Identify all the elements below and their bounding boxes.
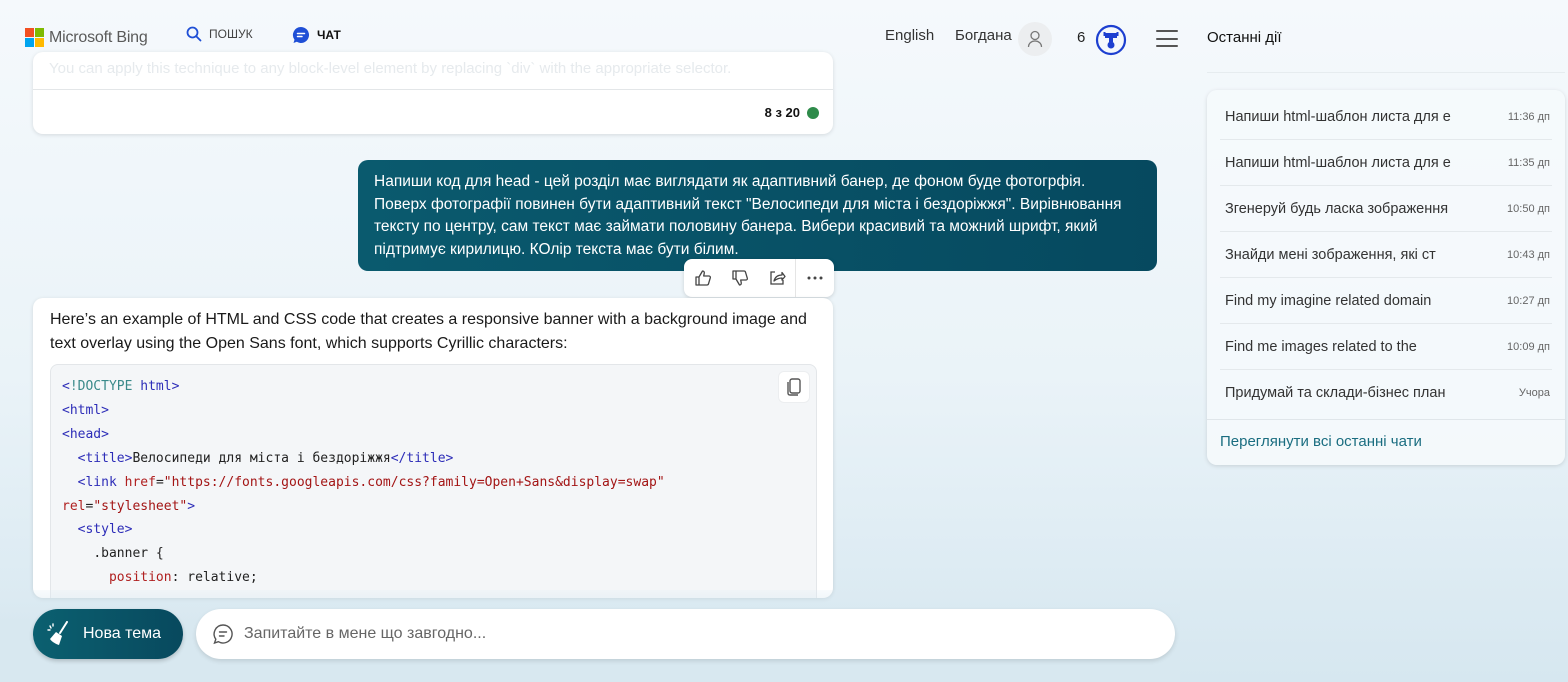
recent-chat-item[interactable]: Знайди мені зображення, які ст 10:43 дп: [1220, 232, 1552, 278]
previous-response-text: You can apply this technique to any bloc…: [49, 60, 732, 77]
thumbs-down-icon: [731, 270, 748, 286]
new-topic-label: Нова тема: [83, 625, 162, 642]
broom-icon: [47, 621, 71, 647]
dislike-button[interactable]: [721, 259, 758, 297]
tab-chat[interactable]: ЧАТ: [292, 26, 341, 44]
recent-chat-time: 10:43 дп: [1507, 248, 1550, 261]
code-line: position: relative;: [62, 566, 665, 590]
recent-chat-title: Напиши html-шаблон листа для е: [1225, 154, 1451, 171]
tab-search-label: ПОШУК: [209, 27, 253, 41]
code-line: <!DOCTYPE html>: [62, 375, 665, 399]
chat-input-box[interactable]: [196, 609, 1175, 659]
code-line: <html>: [62, 399, 665, 423]
user-message-text: Напиши код для head - цей розділ має виг…: [374, 173, 1122, 258]
share-button[interactable]: [758, 259, 795, 297]
user-message: Напиши код для head - цей розділ має виг…: [358, 160, 1157, 271]
code-block: <!DOCTYPE html> <html> <head> <title>Велос…: [50, 364, 817, 598]
code-token: >: [187, 498, 196, 514]
divider: [1207, 419, 1565, 420]
code-token: Велосипеди для міста і бездоріжжя: [132, 450, 391, 466]
tab-chat-label: ЧАТ: [317, 28, 341, 42]
code-token: <: [62, 379, 70, 394]
recent-activity-title: Останні дії: [1207, 29, 1282, 46]
turn-counter-text: 8 з 20: [764, 105, 800, 120]
code-content: <!DOCTYPE html> <html> <head> <title>Велос…: [62, 375, 665, 590]
recent-chat-title: Згенеруй будь ласка зображення: [1225, 200, 1449, 217]
tab-search[interactable]: ПОШУК: [186, 26, 253, 42]
recent-chat-title: Напиши html-шаблон листа для е: [1225, 108, 1451, 125]
code-token: =: [155, 474, 164, 490]
divider: [33, 89, 833, 90]
more-options-button[interactable]: [796, 259, 833, 297]
microsoft-logo-icon: [25, 28, 44, 47]
new-topic-button[interactable]: Нова тема: [33, 609, 183, 659]
recent-chat-title: Придумай та склади-бізнес план: [1225, 385, 1446, 401]
code-token: <html>: [62, 402, 109, 418]
bot-response-text: Here’s an example of HTML and CSS code t…: [50, 311, 807, 352]
code-token: position: [108, 570, 172, 586]
recent-chat-title: Знайди мені зображення, які ст: [1225, 246, 1436, 263]
see-all-chats-link[interactable]: Переглянути всі останні чати: [1220, 433, 1422, 450]
previous-response-card: You can apply this technique to any bloc…: [33, 52, 833, 134]
bing-logo[interactable]: Microsoft Bing: [25, 28, 148, 47]
code-line: <style>: [62, 518, 665, 542]
code-token: </title>: [390, 450, 454, 466]
recent-chat-title: Find me images related to the: [1225, 338, 1417, 355]
recent-chats-panel: Напиши html-шаблон листа для е 11:36 дп На…: [1207, 90, 1565, 465]
thumbs-up-icon: [694, 270, 711, 286]
code-line: <link href="https://fonts.googleapis.com…: [62, 471, 665, 495]
chat-icon: [292, 26, 310, 44]
recent-chat-time: 11:35 дп: [1507, 156, 1550, 169]
recent-chat-title: Find my imagine related domain: [1225, 292, 1432, 309]
code-token: : relative;: [171, 570, 258, 586]
share-icon: [769, 271, 786, 285]
code-line: .banner {: [62, 542, 665, 566]
recent-chat-time: Учора: [1518, 387, 1550, 399]
chat-input[interactable]: [244, 625, 1144, 643]
code-token: <title>: [77, 450, 133, 466]
turn-counter: 8 з 20: [765, 105, 819, 120]
recent-chat-time: 10:27 дп: [1507, 294, 1550, 307]
bot-response-card: Here’s an example of HTML and CSS code t…: [33, 298, 833, 598]
user-icon: [1027, 30, 1043, 48]
like-button[interactable]: [684, 259, 721, 297]
code-token: <head>: [62, 426, 109, 442]
code-token: rel: [62, 498, 86, 514]
recent-chat-time: 10:09 дп: [1507, 340, 1550, 353]
recent-chat-item[interactable]: Придумай та склади-бізнес план Учора: [1220, 370, 1552, 416]
divider: [1207, 72, 1565, 73]
code-token: "https://fonts.googleapis.com/css?family…: [163, 474, 665, 490]
user-name[interactable]: Богдана: [955, 27, 1012, 44]
recent-chat-item[interactable]: Find me images related to the 10:09 дп: [1220, 324, 1552, 370]
recent-chat-time: 10:50 дп: [1507, 202, 1550, 215]
recent-chat-item[interactable]: Напиши html-шаблон листа для е 11:36 дп: [1220, 94, 1552, 140]
code-token: html>: [132, 379, 180, 394]
hamburger-menu-icon[interactable]: [1156, 30, 1178, 47]
code-token: .banner {: [93, 546, 164, 562]
message-actions-bar: [684, 259, 834, 297]
chat-bubble-icon: [213, 624, 233, 645]
code-line: rel="stylesheet">: [62, 495, 665, 519]
code-line: <title>Велосипеди для міста і бездоріжжя…: [62, 447, 665, 471]
code-token: <link: [77, 474, 125, 490]
code-token: <style>: [77, 522, 133, 538]
brand-name: Microsoft Bing: [49, 28, 148, 46]
avatar[interactable]: [1018, 22, 1052, 56]
recent-chat-item[interactable]: Напиши html-шаблон листа для е 11:35 дп: [1220, 140, 1552, 186]
more-icon: [807, 276, 822, 280]
rewards-medal-icon[interactable]: [1095, 24, 1127, 56]
copy-code-button[interactable]: [778, 371, 810, 403]
recent-chat-item[interactable]: Find my imagine related domain 10:27 дп: [1220, 278, 1552, 324]
status-dot-icon: [807, 106, 819, 119]
code-line: <head>: [62, 423, 665, 447]
code-token: "stylesheet": [93, 498, 188, 514]
rewards-count: 6: [1077, 29, 1086, 46]
recent-chat-item[interactable]: Згенеруй будь ласка зображення 10:50 дп: [1220, 186, 1552, 232]
code-token: href: [124, 474, 156, 490]
search-icon: [186, 26, 202, 42]
language-switch[interactable]: English: [885, 27, 934, 44]
copy-icon: [787, 378, 801, 396]
code-token: !DOCTYPE: [69, 379, 133, 394]
recent-chat-time: 11:36 дп: [1507, 110, 1550, 123]
